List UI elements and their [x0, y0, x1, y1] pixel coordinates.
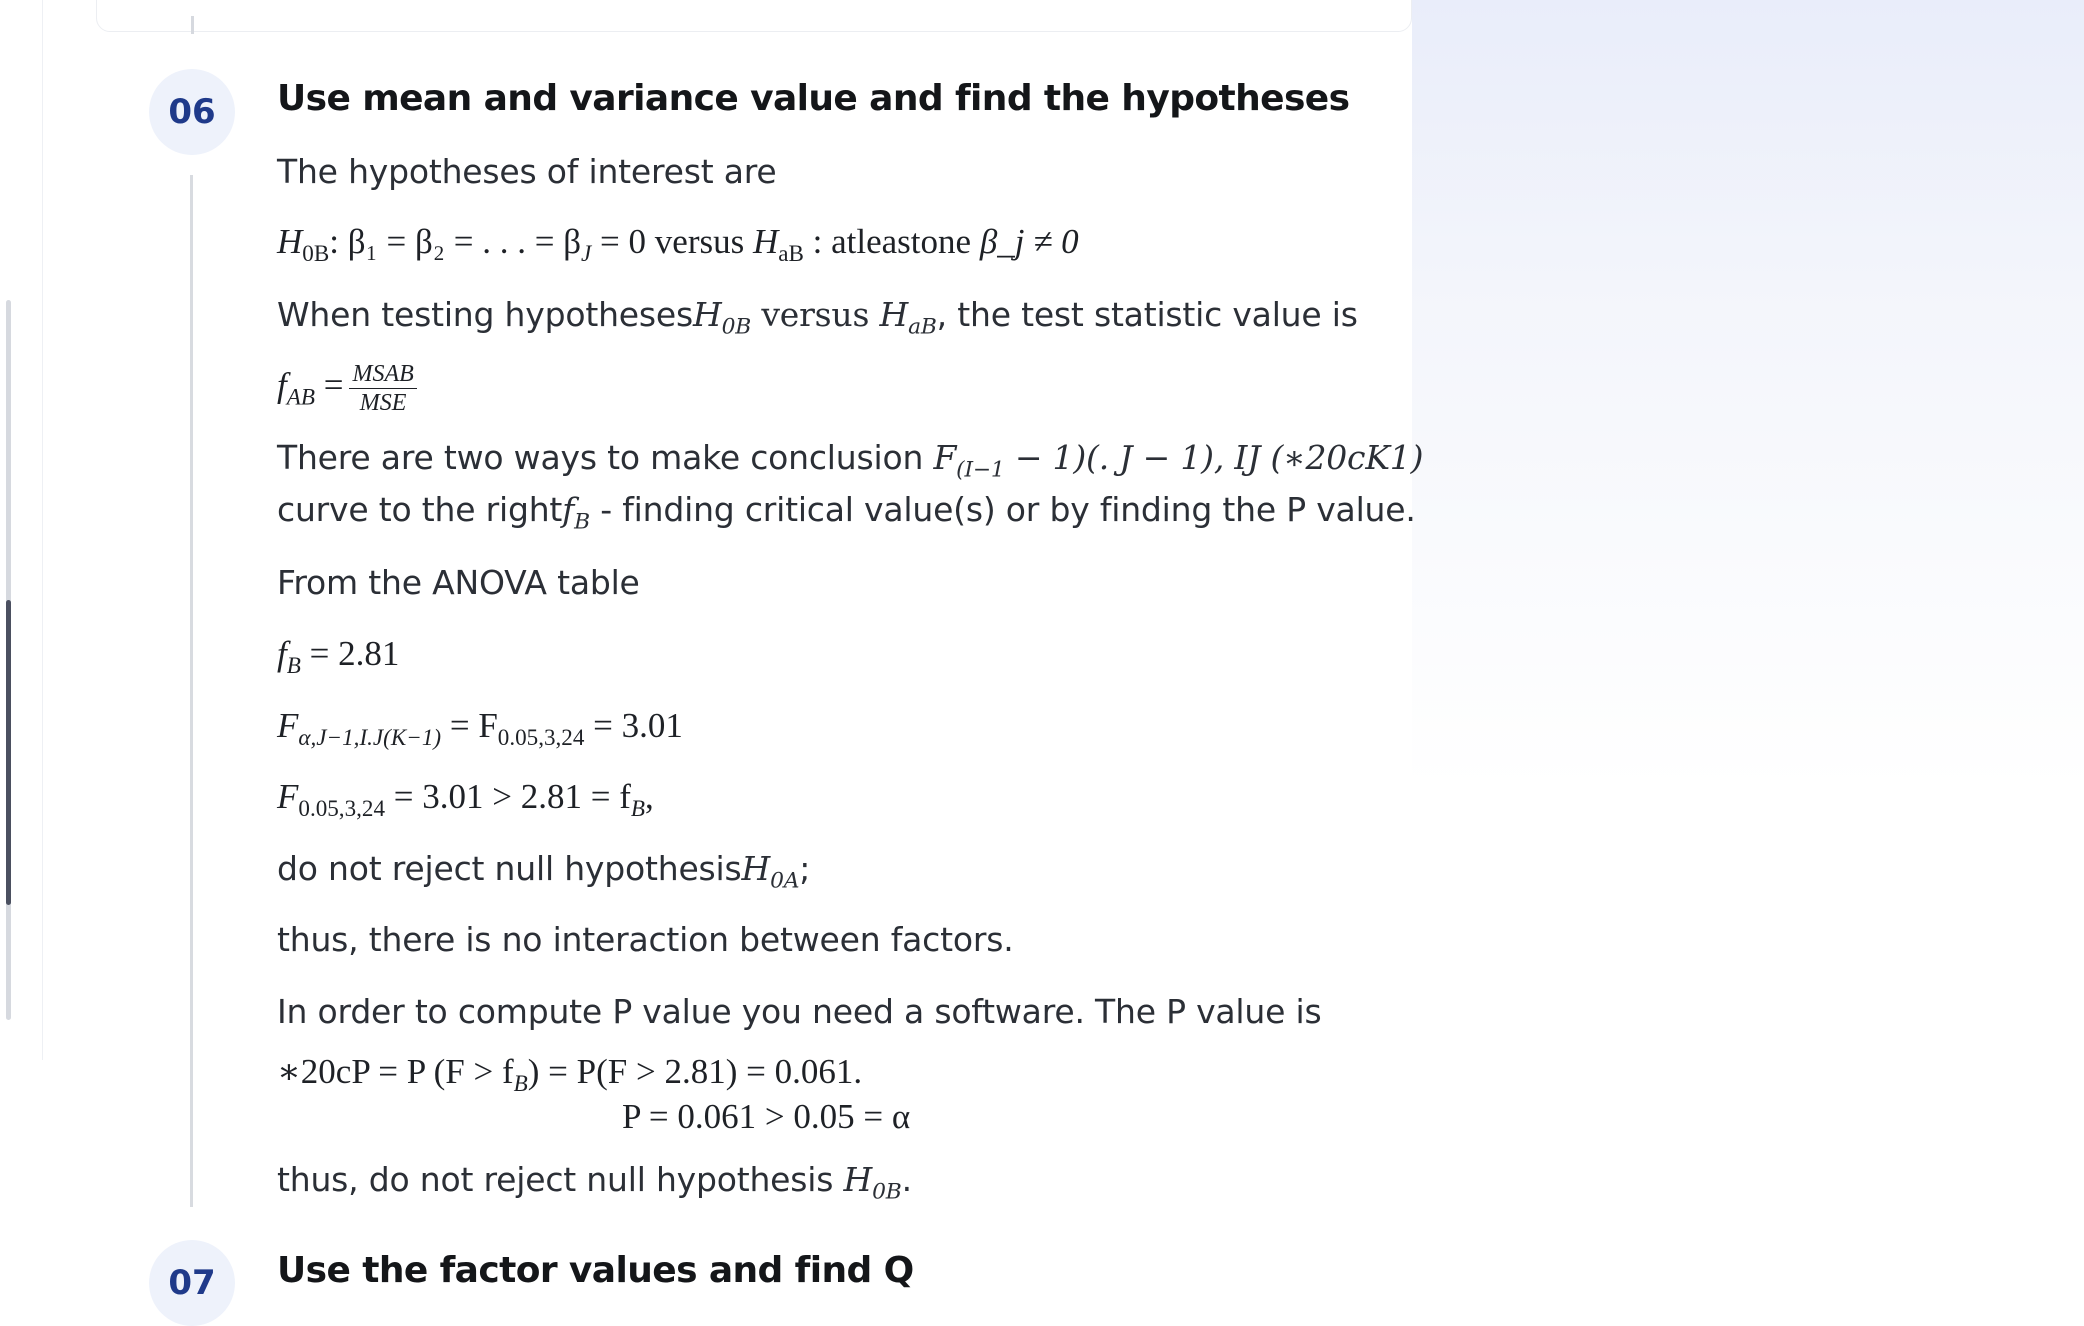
- text-part: H: [879, 295, 909, 334]
- testing-statement: When testing hypothesesH0B versus HaB, t…: [277, 295, 1358, 340]
- text-part: , the test statistic value is: [936, 295, 1358, 334]
- text-part: H: [843, 1160, 873, 1199]
- eq-part: AB: [286, 383, 315, 410]
- fraction-denominator: MSE: [359, 390, 407, 416]
- eq-part: = 0: [591, 222, 647, 261]
- hypotheses-equation: H0B: β₁ = β₂ = . . . = βJ = 0 versus HaB…: [277, 222, 1079, 267]
- software-note: In order to compute P value you need a s…: [277, 992, 1322, 1031]
- text-part: H: [741, 849, 771, 888]
- text-part: aB: [908, 314, 937, 340]
- eq-part: aB: [778, 240, 804, 266]
- text-part: B: [574, 509, 590, 535]
- eq-part: ∗20cP = P (F > f: [277, 1052, 514, 1091]
- eq-part: F: [277, 706, 299, 745]
- text-part: versus: [751, 295, 880, 334]
- background-gradient: [1412, 0, 2084, 1272]
- text-part: H: [692, 295, 722, 334]
- gutter-edge: [42, 0, 43, 1060]
- eq-part: : atleastone: [803, 222, 980, 261]
- eq-part: : β₁ = β₂ = . . . = β: [329, 222, 582, 261]
- conclusion-ways: There are two ways to make conclusion F(…: [277, 438, 1423, 483]
- text-part: f: [562, 490, 575, 529]
- eq-part: = 2.81: [300, 634, 400, 673]
- eq-part: versus: [646, 222, 753, 261]
- text-part: - finding critical value(s) or by findin…: [589, 490, 1416, 529]
- fb-value: fB = 2.81: [277, 634, 399, 679]
- eq-part: H: [752, 222, 779, 261]
- eq-part: f: [277, 634, 287, 673]
- critical-value: Fα,J−1,I.J(K−1) = F0.05,3,24 = 3.01: [277, 706, 683, 751]
- eq-part: = 3.01: [584, 706, 683, 745]
- curve-statement: curve to the rightfB - finding critical …: [277, 490, 1416, 535]
- eq-part: 0.05,3,24: [497, 724, 585, 750]
- step-timeline-line: [190, 175, 193, 1207]
- next-step-title: Use the factor values and find Q: [277, 1250, 914, 1291]
- text-part: 0A: [770, 868, 800, 894]
- eq-part: α,J−1,I.J(K−1): [298, 724, 442, 750]
- anova-reference: From the ANOVA table: [277, 563, 640, 602]
- text-part: (I−1: [956, 457, 1005, 483]
- test-statistic-formula: fAB = MSAB MSE: [277, 362, 417, 415]
- previous-step-line: [191, 16, 194, 34]
- text-part: curve to the right: [277, 490, 563, 529]
- previous-step-card: [96, 0, 1412, 32]
- text-part: thus, do not reject null hypothesis: [277, 1160, 844, 1199]
- text-part: There are two ways to make conclusion: [277, 438, 934, 477]
- reject-statement: do not reject null hypothesisH0A;: [277, 849, 810, 894]
- eq-part: β_j ≠ 0: [979, 222, 1079, 261]
- eq-part: 0B: [302, 240, 330, 266]
- fraction-numerator: MSAB: [349, 362, 417, 389]
- text-part: − 1)(. J − 1), IJ (∗20cK1): [1004, 438, 1424, 477]
- eq-part: ) = P(F > 2.81) = 0.061.: [527, 1052, 863, 1091]
- eq-part: = F: [441, 706, 498, 745]
- eq-part: J: [581, 240, 592, 266]
- step-number-badge: 06: [149, 69, 235, 155]
- interaction-conclusion: thus, there is no interaction between fa…: [277, 920, 1014, 959]
- hypotheses-intro: The hypotheses of interest are: [277, 152, 777, 191]
- next-step-number-badge: 07: [149, 1240, 235, 1326]
- text-part: 0B: [872, 1179, 902, 1205]
- text-part: do not reject null hypothesis: [277, 849, 742, 888]
- final-conclusion: thus, do not reject null hypothesis H0B.: [277, 1160, 912, 1205]
- eq-part: f: [277, 365, 287, 405]
- eq-part: =: [314, 365, 344, 405]
- eq-part: H: [277, 222, 303, 261]
- step-title: Use mean and variance value and find the…: [277, 78, 1350, 119]
- eq-part: B: [630, 795, 645, 821]
- p-value-equation: ∗20cP = P (F > fB) = P(F > 2.81) = 0.061…: [277, 1052, 862, 1097]
- eq-part: = 3.01 > 2.81 = f: [385, 777, 631, 816]
- eq-part: B: [513, 1070, 528, 1096]
- eq-part: F: [277, 777, 299, 816]
- text-part: .: [901, 1160, 913, 1199]
- text-part: ;: [799, 849, 811, 888]
- text-part: 0B: [721, 314, 752, 340]
- eq-part: 0.05,3,24: [298, 795, 385, 821]
- fraction: MSAB MSE: [349, 362, 417, 416]
- eq-part: B: [286, 652, 301, 678]
- scrollbar-thumb[interactable]: [6, 600, 11, 905]
- text-part: When testing hypotheses: [277, 295, 693, 334]
- comparison: F0.05,3,24 = 3.01 > 2.81 = fB,: [277, 777, 654, 822]
- text-part: F: [933, 438, 957, 477]
- p-value-comparison: P = 0.061 > 0.05 = α: [622, 1097, 911, 1136]
- eq-part: ,: [644, 777, 654, 816]
